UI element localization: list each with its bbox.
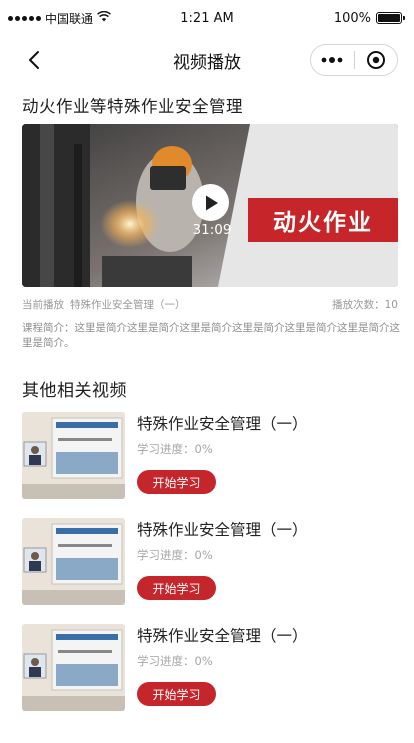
battery-percent: 100% — [333, 10, 371, 26]
now-playing-title: 特殊作业安全管理（一） — [70, 299, 186, 311]
wifi-icon — [97, 10, 111, 25]
chevron-left-icon — [29, 51, 39, 69]
play-icon — [205, 195, 218, 210]
play-count: 播放次数：10 — [332, 299, 398, 311]
nav-bar: 视频播放 — [0, 40, 414, 80]
back-button[interactable] — [20, 46, 48, 74]
mini-program-capsule — [310, 44, 398, 76]
video-banner-text: 动火作业 — [248, 198, 398, 242]
related-video-item[interactable]: 特殊作业安全管理（一） 学习进度：0% 开始学习 — [22, 518, 402, 608]
video-thumbnail — [22, 518, 125, 605]
video-player[interactable]: 动火作业 31:09 — [22, 124, 398, 287]
study-progress: 学习进度：0% — [137, 548, 213, 562]
more-dots-icon — [321, 57, 343, 63]
status-right: 100% — [333, 10, 405, 26]
related-video-item[interactable]: 特殊作业安全管理（一） 学习进度：0% 开始学习 — [22, 412, 402, 502]
status-bar: 中国联通 1:21 AM 100% — [0, 0, 414, 36]
study-progress: 学习进度：0% — [137, 654, 213, 668]
start-learning-button[interactable]: 开始学习 — [137, 682, 216, 706]
related-video-title: 特殊作业安全管理（一） — [137, 415, 308, 433]
course-title: 动火作业等特殊作业安全管理 — [22, 97, 243, 116]
target-icon — [366, 51, 385, 69]
related-video-item[interactable]: 特殊作业安全管理（一） 学习进度：0% 开始学习 — [22, 624, 402, 714]
battery-icon — [376, 12, 405, 24]
play-button[interactable] — [192, 184, 229, 221]
video-thumbnail — [22, 624, 125, 711]
page-title: 视频播放 — [173, 52, 241, 73]
related-video-title: 特殊作业安全管理（一） — [137, 521, 308, 539]
close-mini-program-button[interactable] — [355, 45, 398, 75]
signal-icon — [8, 15, 41, 21]
course-intro: 课程简介：这里是简介这里是简介这里是简介这里是简介这里是简介这里是简介这里是简介… — [22, 322, 400, 349]
video-duration: 31:09 — [192, 222, 232, 238]
status-left: 中国联通 — [8, 10, 111, 27]
related-section-title: 其他相关视频 — [22, 381, 127, 401]
start-learning-button[interactable]: 开始学习 — [137, 470, 216, 494]
now-playing-label: 当前播放 — [22, 299, 64, 311]
carrier-label: 中国联通 — [45, 11, 94, 26]
start-learning-button[interactable]: 开始学习 — [137, 576, 216, 600]
more-button[interactable] — [311, 45, 354, 75]
now-playing-info: 当前播放 特殊作业安全管理（一） — [22, 297, 186, 312]
study-progress: 学习进度：0% — [137, 442, 213, 456]
video-thumbnail — [22, 412, 125, 499]
now-playing-row: 当前播放 特殊作业安全管理（一） 播放次数：10 — [22, 297, 398, 312]
related-video-title: 特殊作业安全管理（一） — [137, 627, 308, 645]
